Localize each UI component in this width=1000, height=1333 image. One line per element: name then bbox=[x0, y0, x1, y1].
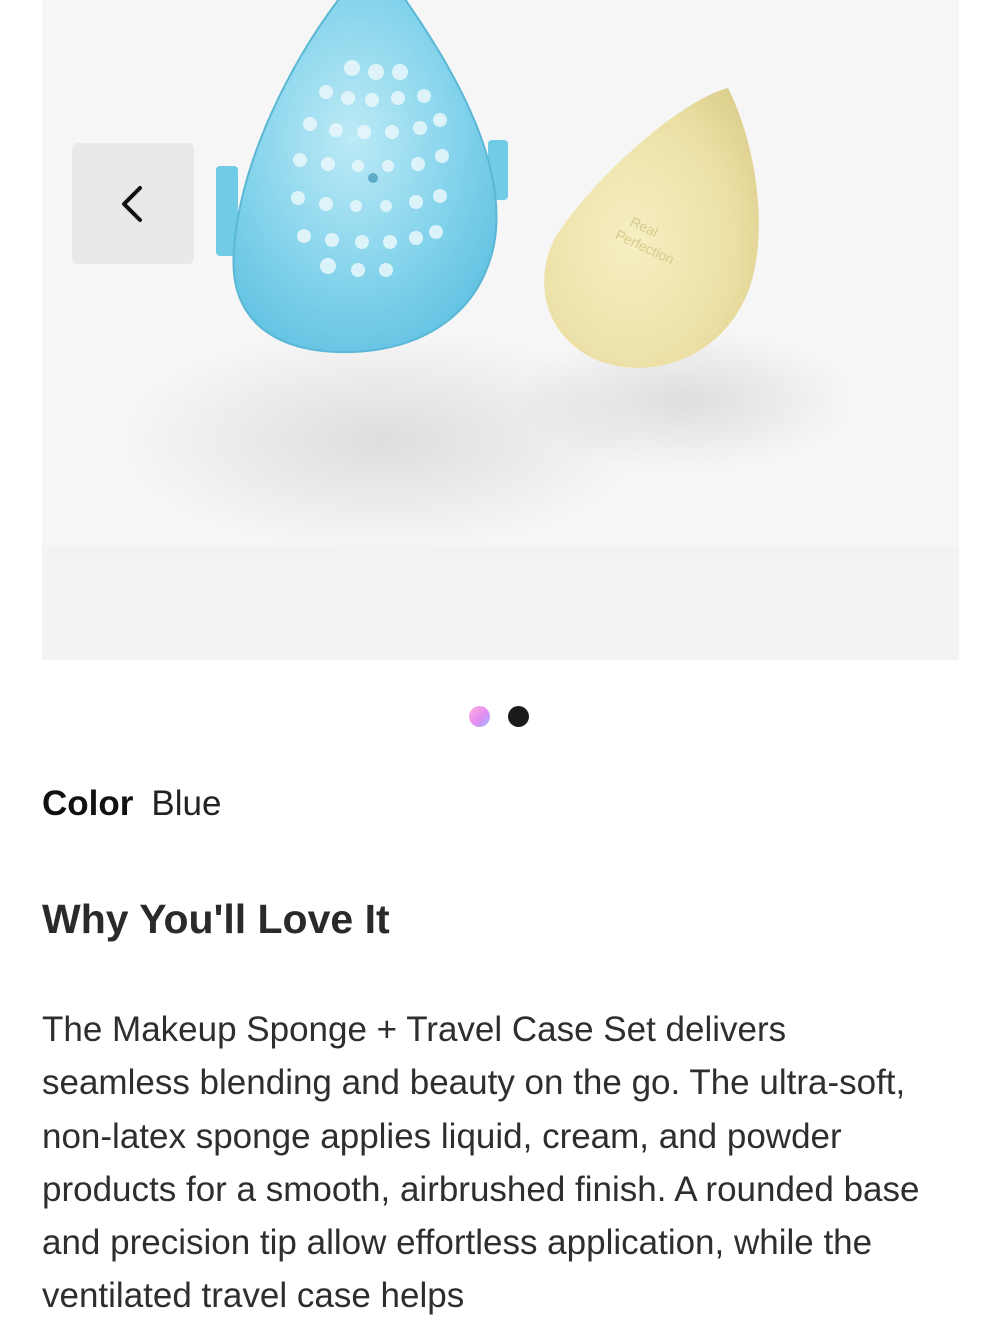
color-selection: Color Blue bbox=[42, 782, 221, 826]
color-value: Blue bbox=[151, 784, 222, 823]
image-dot-active[interactable] bbox=[508, 706, 529, 727]
gallery-pagination bbox=[469, 706, 529, 727]
case-inner-hole bbox=[368, 173, 378, 183]
product-image-gallery[interactable]: Real Perfection bbox=[42, 0, 959, 660]
color-swatch-dot[interactable] bbox=[469, 706, 490, 727]
product-image: Real Perfection bbox=[122, 0, 852, 550]
section-heading: Why You'll Love It bbox=[42, 896, 390, 942]
travel-case bbox=[232, 0, 498, 354]
product-description: The Makeup Sponge + Travel Case Set deli… bbox=[42, 1010, 920, 1316]
chevron-left-icon bbox=[122, 185, 142, 222]
previous-image-button[interactable] bbox=[72, 143, 194, 264]
color-label: Color bbox=[42, 784, 134, 823]
